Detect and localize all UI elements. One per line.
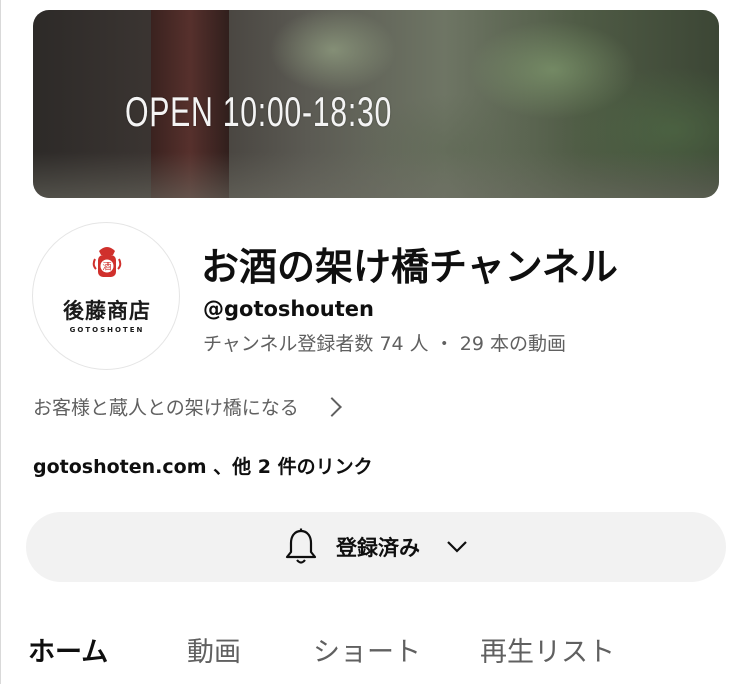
tab-shorts[interactable]: ショート — [313, 630, 421, 669]
channel-avatar[interactable]: 酒 後藤商店 GOTOSHOTEN — [32, 222, 180, 370]
banner-ground — [33, 152, 719, 198]
logo-text: 後藤商店 — [63, 298, 151, 323]
channel-name: お酒の架け橋チャンネル — [201, 245, 618, 289]
channel-links[interactable]: gotoshoten.com 、他 2 件のリンク — [33, 452, 373, 479]
bell-icon — [285, 528, 317, 564]
subscribed-button[interactable]: 登録済み — [26, 512, 726, 582]
channel-tabs: ホーム 動画 ショート 再生リスト — [0, 620, 750, 676]
logo-mark-text: 酒 — [102, 262, 111, 273]
channel-handle: @gotoshouten — [203, 297, 374, 321]
channel-description[interactable]: お客様と蔵人との架け橋になる — [33, 393, 342, 420]
subscribed-label: 登録済み — [336, 536, 420, 560]
banner-hours-text: OPEN 10:00-18:30 — [125, 88, 393, 135]
channel-stats: チャンネル登録者数 74 人 ・ 29 本の動画 — [203, 333, 566, 355]
tab-home[interactable]: ホーム — [28, 630, 108, 669]
logo-subtext: GOTOSHOTEN — [69, 326, 145, 334]
chevron-down-icon — [447, 541, 467, 553]
description-text: お客様と蔵人との架け橋になる — [33, 397, 299, 419]
sake-logo-icon: 酒 — [92, 247, 122, 277]
tab-videos[interactable]: 動画 — [187, 630, 241, 669]
channel-banner: OPEN 10:00-18:30 — [33, 10, 719, 198]
tab-playlists[interactable]: 再生リスト — [480, 630, 615, 669]
chevron-right-icon — [321, 396, 342, 417]
page-edge — [0, 0, 1, 684]
